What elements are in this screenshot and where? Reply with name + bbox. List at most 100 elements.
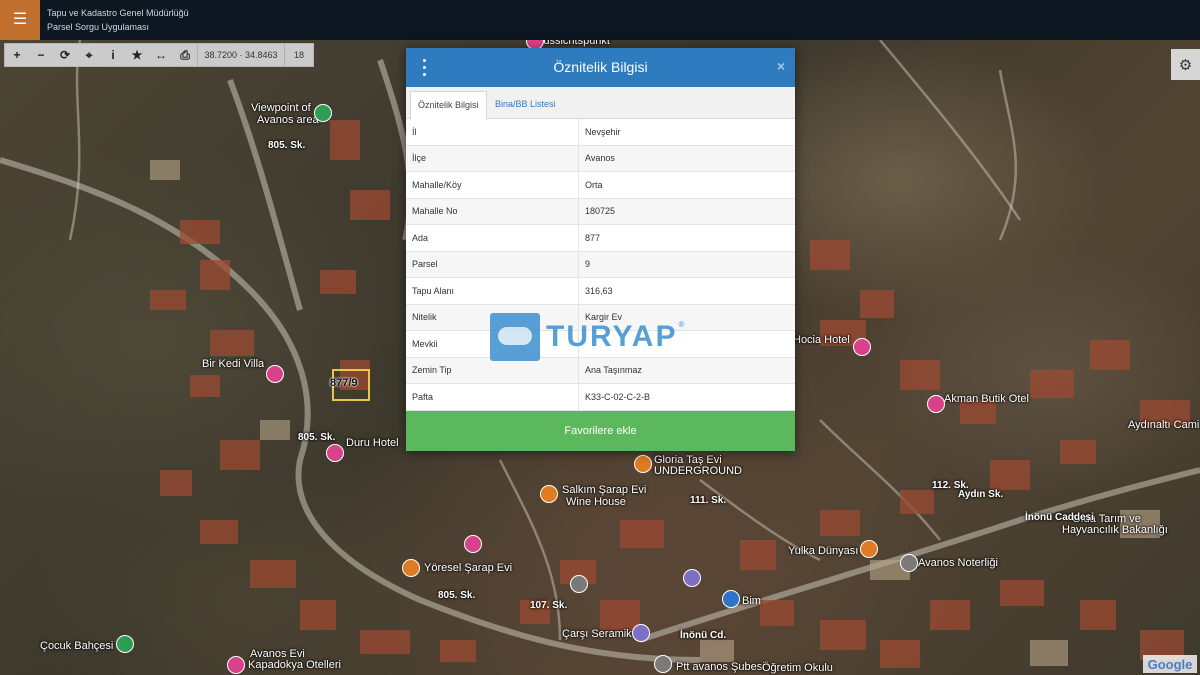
hotel-pin-icon[interactable] <box>927 395 945 413</box>
dialog-header: Öznitelik Bilgisi × <box>406 48 795 87</box>
table-row: Tapu Alanı 316,63 <box>406 277 795 305</box>
org-name: Tapu ve Kadastro Genel Müdürlüğü <box>47 8 189 18</box>
table-row: Parsel 9 <box>406 251 795 278</box>
map-label: 107. Sk. <box>530 600 568 611</box>
print-button[interactable]: ⎙ <box>173 44 197 66</box>
table-row: İlçe Avanos <box>406 145 795 172</box>
table-row: Zemin Tip Ana Taşınmaz <box>406 357 795 384</box>
attribute-key: Mevkii <box>406 330 579 358</box>
map-label: 112. Sk. <box>932 480 969 491</box>
attribute-key: Zemin Tip <box>406 357 579 384</box>
attribute-value: Ana Taşınmaz <box>578 357 795 384</box>
locate-button[interactable]: ⌖ <box>77 44 101 66</box>
food-pin-icon[interactable] <box>860 540 878 558</box>
attribute-key: Ada <box>406 224 579 252</box>
info-button[interactable]: i <box>101 44 125 66</box>
map-label: 111. Sk. <box>690 495 727 506</box>
hotel-pin-icon[interactable] <box>853 338 871 356</box>
parcel-label[interactable]: 877/9 <box>330 377 358 389</box>
park-pin-icon[interactable] <box>314 104 332 122</box>
map-label: Kapadokya Otelleri <box>248 659 341 671</box>
food-pin-icon[interactable] <box>402 559 420 577</box>
attribute-value: 877 <box>578 224 795 252</box>
attribute-key: Mahalle No <box>406 198 579 225</box>
map-label: Wine House <box>566 496 626 508</box>
refresh-button[interactable]: ⟳ <box>53 44 77 66</box>
attribute-key: İlçe <box>406 145 579 172</box>
settings-button[interactable]: ⚙ <box>1171 49 1200 80</box>
google-attribution: Google <box>1143 655 1197 673</box>
food-pin-icon[interactable] <box>634 455 652 473</box>
food-pin-icon[interactable] <box>540 485 558 503</box>
map-label: Yulka Dünyası <box>788 545 859 557</box>
attribute-value: Nevşehir <box>578 119 795 146</box>
gear-icon: ⚙ <box>1178 56 1193 74</box>
map-label: 805. Sk. <box>298 432 336 443</box>
app-title: Tapu ve Kadastro Genel Müdürlüğü Parsel … <box>47 6 189 34</box>
attribute-value <box>578 330 795 358</box>
measure-button[interactable]: ↔ <box>149 44 173 66</box>
map-label: Hocia Hotel <box>793 334 850 346</box>
attribute-value: 316,63 <box>578 277 795 305</box>
menu-button[interactable]: ☰ <box>0 0 40 40</box>
attribute-value: Kargir Ev <box>578 304 795 331</box>
attribute-key: Parsel <box>406 251 579 278</box>
attribute-value: Avanos <box>578 145 795 172</box>
map-label: Duru Hotel <box>346 437 399 449</box>
map-label: Akman Butik Otel <box>944 393 1029 405</box>
map-label: Avanos area <box>257 114 319 126</box>
table-row: Mevkii <box>406 330 795 358</box>
hotel-pin-icon[interactable] <box>266 365 284 383</box>
misc-pin-icon[interactable] <box>683 569 701 587</box>
map-label: UNDERGROUND <box>654 465 742 477</box>
gray-pin-icon[interactable] <box>900 554 918 572</box>
hotel-pin-icon[interactable] <box>464 535 482 553</box>
hotel-pin-icon[interactable] <box>227 656 245 674</box>
attribute-value: 9 <box>578 251 795 278</box>
attribute-key: Pafta <box>406 383 579 411</box>
zoom-out-button[interactable]: − <box>29 44 53 66</box>
attribute-dialog: Öznitelik Bilgisi × Öznitelik Bilgisi Bi… <box>406 48 795 451</box>
map-label: Yöresel Şarap Evi <box>424 562 513 574</box>
attribute-key: İl <box>406 119 579 146</box>
map-label: Viewpoint of <box>251 102 311 114</box>
table-row: Mahalle No 180725 <box>406 198 795 225</box>
attribute-key: Tapu Alanı <box>406 277 579 305</box>
dialog-tabs: Öznitelik Bilgisi Bina/BB Listesi <box>406 87 795 120</box>
shop-pin-icon[interactable] <box>722 590 740 608</box>
map-toolbar: + − ⟳ ⌖ i ★ ↔ ⎙ 38.7200 · 34.8463 18 <box>4 43 314 67</box>
tab-attributes[interactable]: Öznitelik Bilgisi <box>410 91 487 120</box>
favorite-button[interactable]: ★ <box>125 44 149 66</box>
coordinates-display: 38.7200 · 34.8463 <box>197 44 284 66</box>
tab-building-list[interactable]: Bina/BB Listesi <box>488 91 563 118</box>
close-icon[interactable]: × <box>777 58 785 74</box>
map-label: Öğretim Okulu <box>762 662 833 674</box>
table-row: Pafta K33-C-02-C-2-B <box>406 383 795 411</box>
map-label: Hayvancılık Bakanlığı <box>1062 524 1168 536</box>
zoom-level: 18 <box>284 44 313 66</box>
add-to-favorites-button[interactable]: Favorilere ekle <box>406 411 795 451</box>
map-label: 805. Sk. <box>438 590 476 601</box>
map-label: Salkım Şarap Evi <box>562 484 647 496</box>
attribute-key: Nitelik <box>406 304 579 331</box>
hamburger-icon: ☰ <box>12 11 28 28</box>
dialog-title: Öznitelik Bilgisi <box>553 59 648 75</box>
app-name: Parsel Sorgu Uygulaması <box>47 22 150 32</box>
map-label: Aussichtspunkt <box>536 40 610 47</box>
top-bar: ☰ Tapu ve Kadastro Genel Müdürlüğü Parse… <box>0 0 1200 40</box>
table-row: İl Nevşehir <box>406 119 795 146</box>
misc-pin-icon[interactable] <box>632 624 650 642</box>
table-row: Ada 877 <box>406 224 795 252</box>
attribute-value: 180725 <box>578 198 795 225</box>
hotel-pin-icon[interactable] <box>326 444 344 462</box>
map-label: Avanos Noterliği <box>918 557 998 569</box>
gray-pin-icon[interactable] <box>570 575 588 593</box>
zoom-in-button[interactable]: + <box>5 44 29 66</box>
table-row: Nitelik Kargir Ev <box>406 304 795 331</box>
park-pin-icon[interactable] <box>116 635 134 653</box>
map-label: İnönü Caddesi <box>1025 512 1094 523</box>
table-row: Mahalle/Köy Orta <box>406 171 795 199</box>
gray-pin-icon[interactable] <box>654 655 672 673</box>
map-label: Çarşı Seramik <box>562 628 632 640</box>
attribute-value: Orta <box>578 171 795 199</box>
